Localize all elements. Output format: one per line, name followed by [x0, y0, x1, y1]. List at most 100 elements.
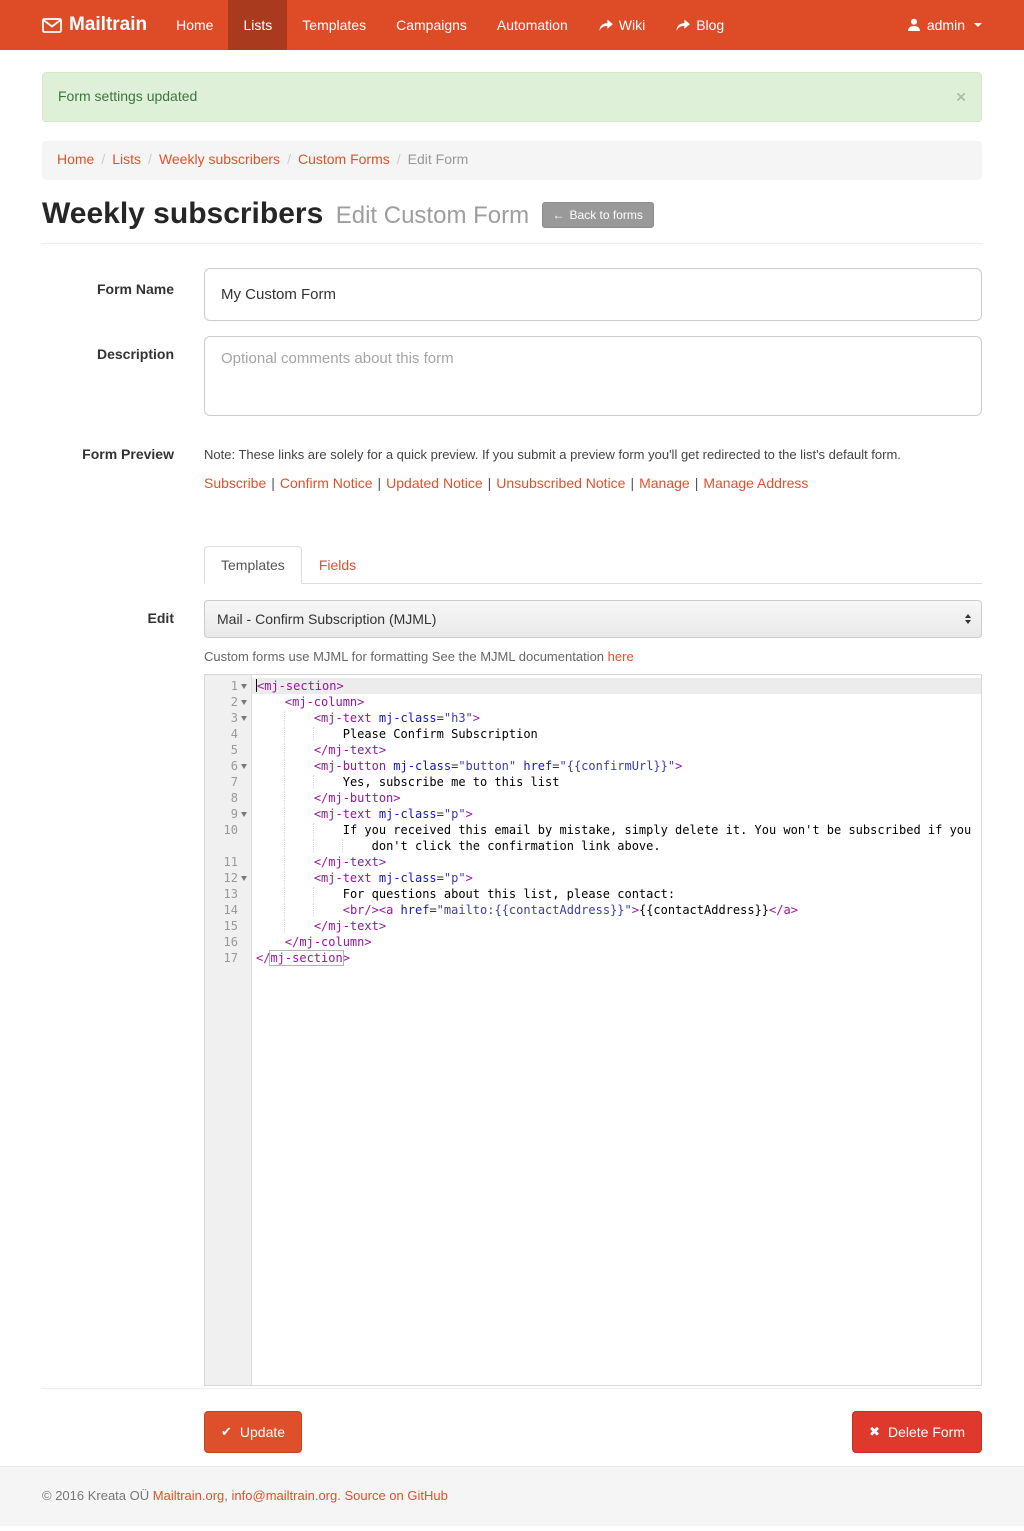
code-token-pun: = [552, 759, 559, 773]
preview-link-manage[interactable]: Manage [639, 475, 690, 491]
indent [256, 903, 285, 917]
code-token-attr: href [401, 903, 430, 917]
footer-link-email[interactable]: info@mailtrain.org [232, 1488, 338, 1503]
update-button[interactable]: ✔ Update [204, 1411, 302, 1453]
nav-item-lists[interactable]: Lists [228, 0, 287, 50]
editor-gutter: 1234567891011121314151617 [205, 675, 252, 1385]
indent [256, 791, 285, 805]
code-editor[interactable]: 1234567891011121314151617 <mj-section> <… [204, 674, 982, 1386]
code-line: <br/><a href="mailto:{{contactAddress}}"… [252, 902, 981, 918]
fold-toggle-icon[interactable] [238, 806, 249, 822]
indent [256, 871, 285, 885]
editor-code-area[interactable]: <mj-section> <mj-column> <mj-text mj-cla… [252, 675, 981, 1385]
fold-slot [238, 790, 249, 806]
fold-toggle-icon[interactable] [238, 694, 249, 710]
code-token-tag: </mj-text> [314, 919, 386, 933]
indent [284, 903, 314, 917]
gutter-row: 6 [205, 758, 251, 774]
gutter-row: 3 [205, 710, 251, 726]
nav-item-blog[interactable]: Blog [660, 0, 739, 50]
code-token-tag: </ [256, 951, 270, 965]
preview-link-manage-address[interactable]: Manage Address [703, 475, 808, 491]
cross-icon: ✖ [869, 1424, 880, 1440]
code-token-str: "mailto:{{contactAddress}}" [437, 903, 632, 917]
back-to-forms-button[interactable]: ← Back to forms [542, 202, 654, 228]
code-line: <mj-text mj-class="p"> [252, 806, 981, 822]
tab-templates[interactable]: Templates [204, 546, 302, 584]
brand-mailtrain[interactable]: Mailtrain [42, 0, 147, 50]
description-textarea[interactable] [204, 336, 982, 416]
code-line: </mj-text> [252, 854, 981, 870]
fold-slot [238, 854, 249, 870]
code-token-pln: Please Confirm Subscription [343, 727, 538, 741]
fold-toggle-icon[interactable] [238, 710, 249, 726]
line-number: 10 [224, 823, 238, 837]
line-number: 4 [231, 727, 238, 741]
breadcrumb-separator: / [390, 151, 408, 167]
line-number: 6 [231, 759, 238, 773]
code-line: <mj-button mj-class="button" href="{{con… [252, 758, 981, 774]
preview-link-unsubscribed-notice[interactable]: Unsubscribed Notice [496, 475, 625, 491]
code-line: For questions about this list, please co… [252, 886, 981, 902]
code-token-tag: <a [379, 903, 393, 917]
preview-link-updated-notice[interactable]: Updated Notice [386, 475, 483, 491]
alert-close-icon[interactable]: × [956, 89, 966, 106]
page-subtitle: Edit Custom Form [336, 202, 529, 229]
nav-item-automation[interactable]: Automation [482, 0, 583, 50]
gutter-row: 17 [205, 950, 251, 966]
fold-slot [238, 838, 249, 854]
breadcrumb-link-home[interactable]: Home [57, 151, 94, 167]
form-name-input[interactable] [204, 268, 982, 321]
form-preview-label: Form Preview [42, 445, 174, 491]
breadcrumb-link-weekly-subscribers[interactable]: Weekly subscribers [159, 151, 280, 167]
indent [284, 775, 314, 789]
nav-item-home[interactable]: Home [161, 0, 228, 50]
nav-item-campaigns[interactable]: Campaigns [381, 0, 482, 50]
delete-form-button[interactable]: ✖ Delete Form [852, 1411, 982, 1453]
indent [256, 775, 285, 789]
gutter-row: 7 [205, 774, 251, 790]
tab-fields[interactable]: Fields [302, 546, 373, 584]
indent [313, 727, 343, 741]
preview-link-confirm-notice[interactable]: Confirm Notice [280, 475, 373, 491]
fold-toggle-icon[interactable] [238, 870, 249, 886]
gutter-row: 4 [205, 726, 251, 742]
caret-down-icon [974, 23, 982, 27]
code-token-pln: {{contactAddress}} [639, 903, 769, 917]
indent [284, 791, 314, 805]
indent [342, 839, 372, 853]
success-alert: Form settings updated × [42, 72, 982, 122]
template-select[interactable]: Mail - Confirm Subscription (MJML) [204, 600, 982, 638]
form-actions: ✔ Update ✖ Delete Form [204, 1411, 982, 1453]
mjml-help-label: Custom forms use MJML for formatting See… [204, 649, 604, 664]
nav-item-templates[interactable]: Templates [287, 0, 381, 50]
preview-link-subscribe[interactable]: Subscribe [204, 475, 266, 491]
mjml-doc-link[interactable]: here [608, 649, 634, 664]
code-token-pun: = [437, 871, 444, 885]
fold-slot [238, 902, 249, 918]
footer-link-github[interactable]: Source on GitHub [344, 1488, 447, 1503]
breadcrumb-link-custom-forms[interactable]: Custom Forms [298, 151, 390, 167]
footer-link-mailtrain[interactable]: Mailtrain.org [153, 1488, 225, 1503]
nav-item-label: Lists [243, 17, 272, 33]
code-token-pun: = [429, 903, 436, 917]
code-line: <mj-section> [252, 678, 981, 694]
code-line: <mj-column> [252, 694, 981, 710]
indent [256, 823, 285, 837]
code-line: If you received this email by mistake, s… [252, 822, 981, 838]
user-menu-admin[interactable]: admin [907, 0, 982, 50]
fold-toggle-icon[interactable] [238, 758, 249, 774]
update-button-label: Update [240, 1424, 285, 1440]
gutter-row: 9 [205, 806, 251, 822]
nav-item-wiki[interactable]: Wiki [583, 0, 660, 50]
line-number: 3 [231, 711, 238, 725]
indent [256, 887, 285, 901]
code-token-tag: <br/> [343, 903, 379, 917]
indent [256, 839, 285, 853]
template-select-value: Mail - Confirm Subscription (MJML) [217, 611, 436, 627]
fold-toggle-icon[interactable] [238, 678, 249, 694]
indent [284, 839, 314, 853]
code-token-tag: > [343, 951, 350, 965]
indent [256, 759, 285, 773]
breadcrumb-link-lists[interactable]: Lists [112, 151, 141, 167]
